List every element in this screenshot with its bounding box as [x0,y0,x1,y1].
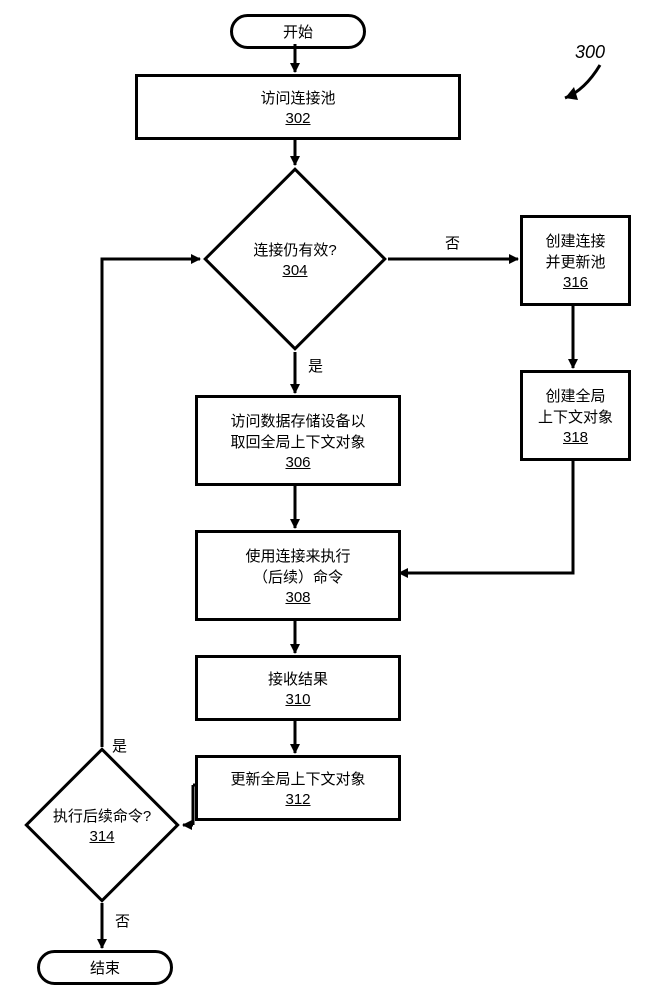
decision-314-ref: 314 [25,828,179,845]
process-308-text1: 使用连接来执行 [245,545,350,566]
process-316-text1: 创建连接 [545,230,605,251]
terminator-start: 开始 [230,14,366,49]
process-312-ref: 312 [285,791,310,808]
process-318-ref: 318 [563,429,588,446]
process-312: 更新全局上下文对象 312 [195,755,401,821]
decision-314-text: 执行后续命令? [25,805,179,826]
flowchart-diagram: 300 开始 访问连接池 302 连接仍有效? 304 创建连接 并更新池 31… [0,0,671,1000]
label-304-yes: 是 [308,355,323,376]
decision-304: 连接仍有效? 304 [230,194,360,324]
process-316: 创建连接 并更新池 316 [520,215,631,306]
terminator-start-label: 开始 [283,24,313,41]
label-304-no: 否 [445,232,460,253]
process-306-text1: 访问数据存储设备以 [230,410,365,431]
process-318: 创建全局 上下文对象 318 [520,370,631,461]
process-306-ref: 306 [285,454,310,471]
process-302: 访问连接池 302 [135,74,461,140]
process-318-text2: 上下文对象 [538,406,613,427]
process-302-text: 访问连接池 [260,87,335,108]
process-316-ref: 316 [563,274,588,291]
process-310-text: 接收结果 [268,668,328,689]
process-318-text1: 创建全局 [545,385,605,406]
label-314-no: 否 [115,910,130,931]
process-306: 访问数据存储设备以 取回全局上下文对象 306 [195,395,401,486]
decision-314: 执行后续命令? 314 [47,770,157,880]
process-310-ref: 310 [285,691,310,708]
decision-304-text: 连接仍有效? [204,239,386,260]
figref-text: 300 [575,42,605,62]
terminator-end-label: 结束 [90,960,120,977]
process-308: 使用连接来执行 （后续）命令 308 [195,530,401,621]
process-310: 接收结果 310 [195,655,401,721]
label-314-yes: 是 [112,735,127,756]
process-308-text2: （后续）命令 [253,566,343,587]
process-312-text: 更新全局上下文对象 [230,768,365,789]
terminator-end: 结束 [37,950,173,985]
decision-304-ref: 304 [204,262,386,279]
process-308-ref: 308 [285,589,310,606]
process-306-text2: 取回全局上下文对象 [230,431,365,452]
figure-reference: 300 [575,42,605,63]
process-316-text2: 并更新池 [545,251,605,272]
process-302-ref: 302 [285,110,310,127]
